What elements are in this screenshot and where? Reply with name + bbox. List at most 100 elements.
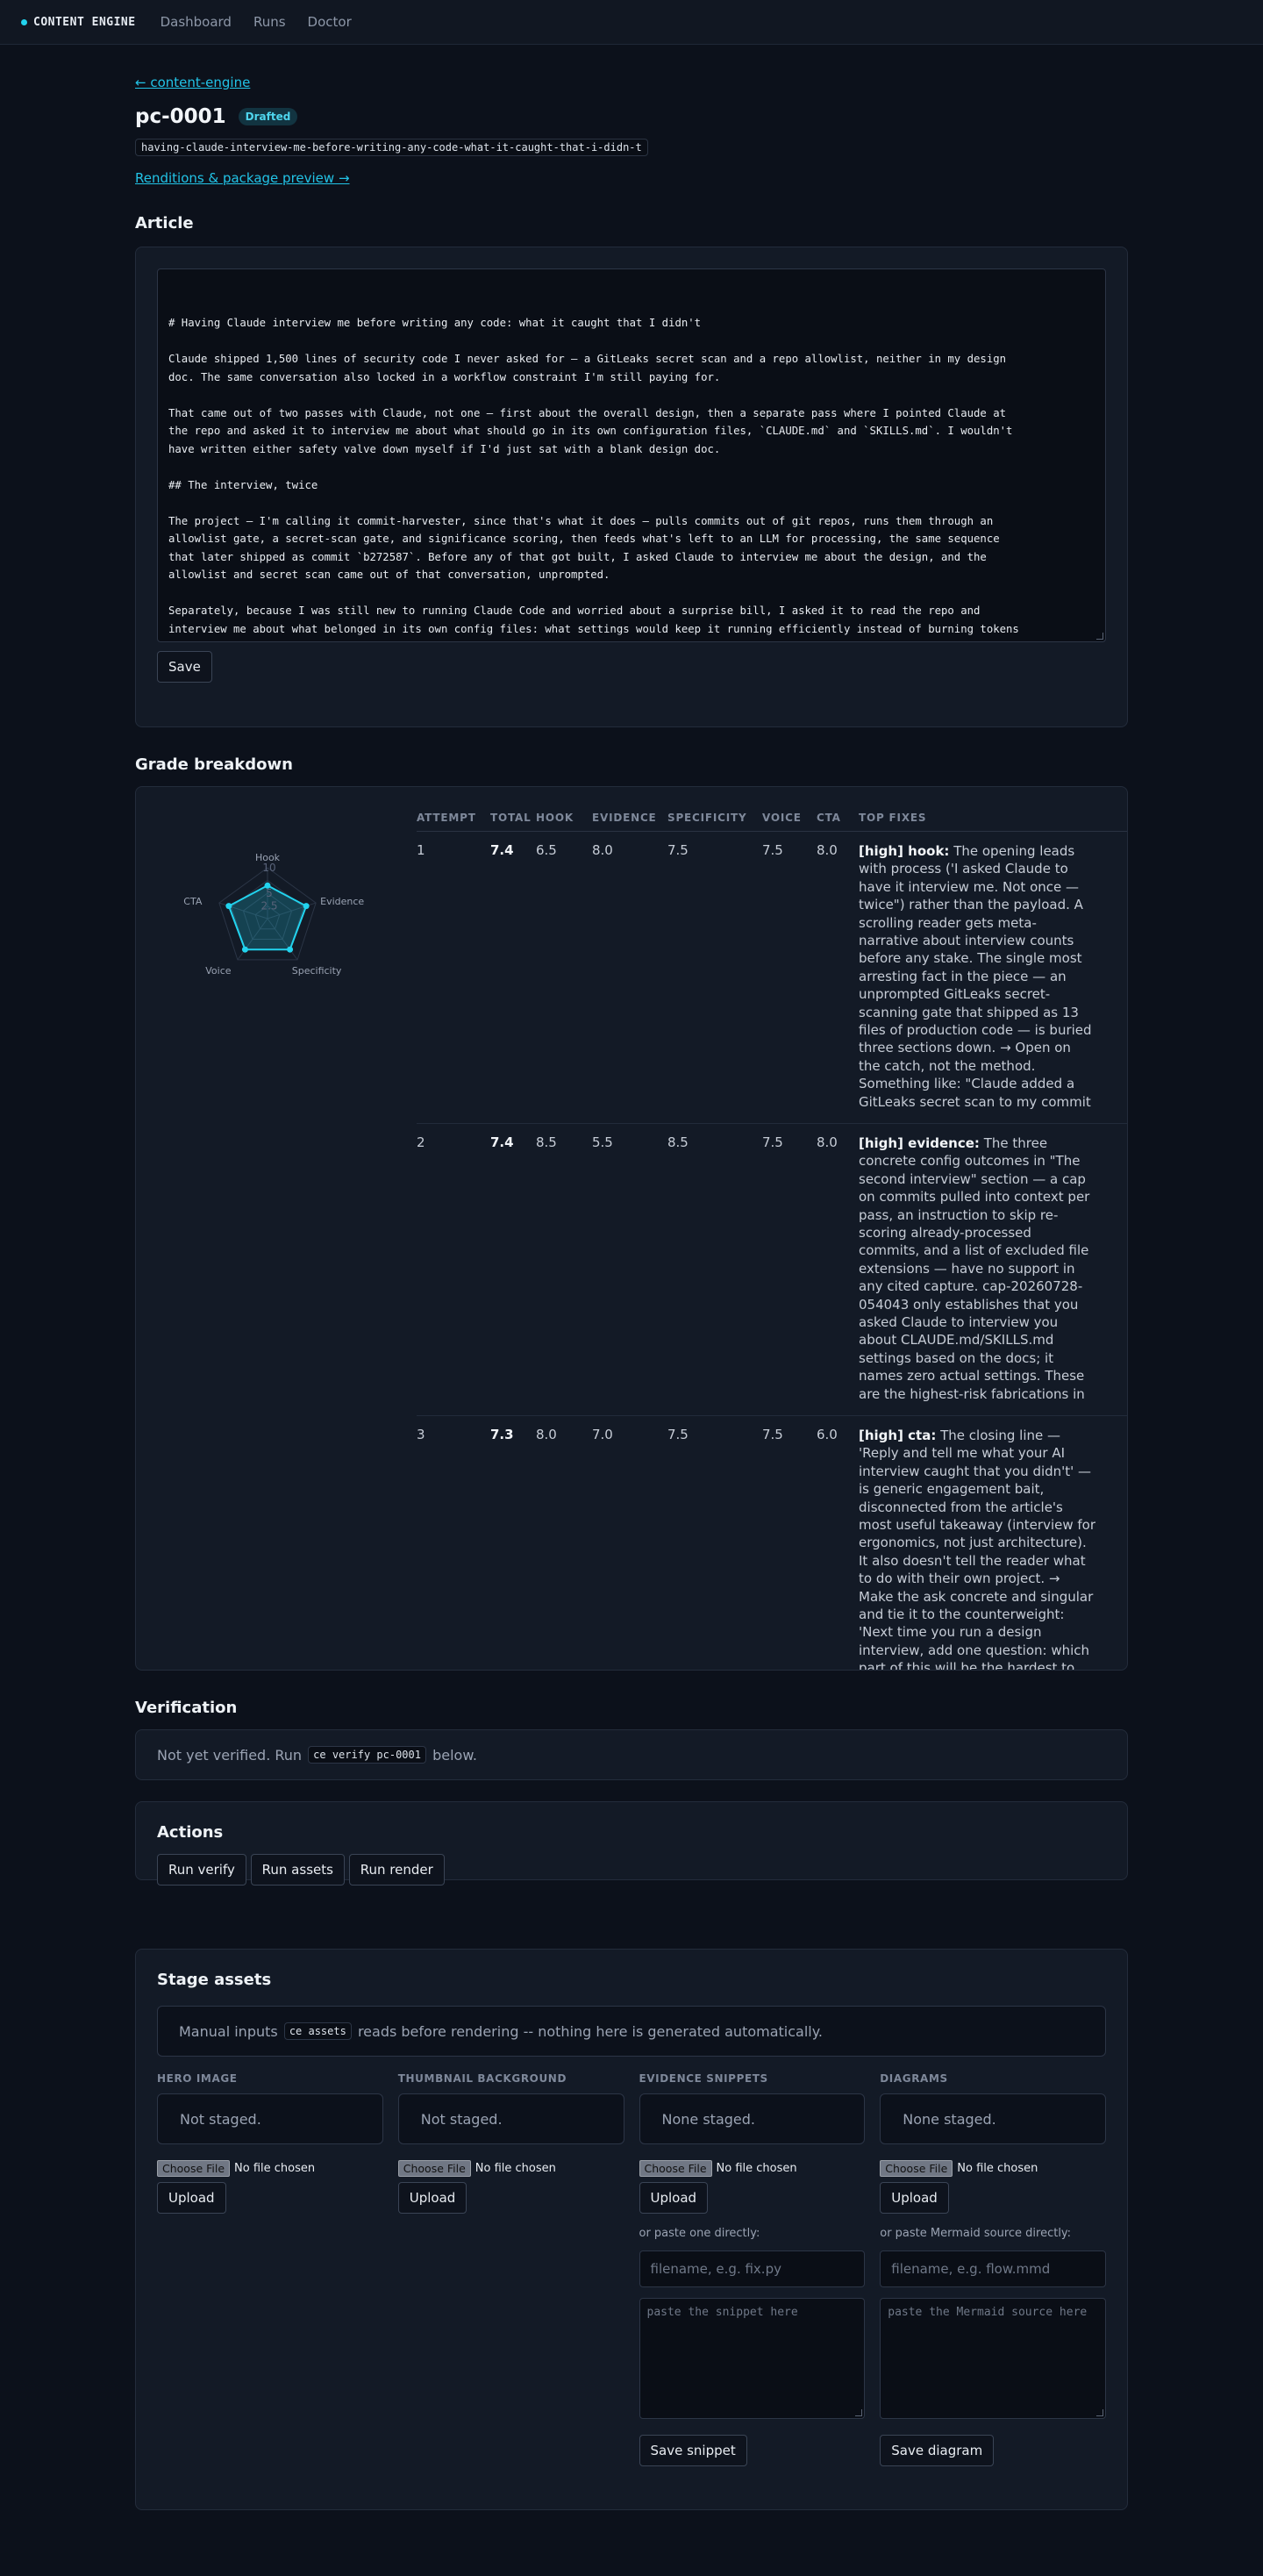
fix-text: The opening leads with process ('I asked… [859,843,1092,1113]
radar-tick-label: 5 [266,887,273,899]
paste-label: or paste one directly: [639,2227,760,2240]
source-textarea[interactable]: paste the Mermaid source here [880,2298,1106,2419]
main-content: ← content-engine pc-0001 Drafted having-… [135,45,1128,2554]
table-row: 3 7.3 8.0 7.0 7.5 7.5 6.0 [high] cta: The closi… [417,1415,1127,1670]
stage-col-title: DIAGRAMS [880,2072,948,2085]
radar-axis-label: Voice [205,965,232,977]
table-row: 2 7.4 8.5 5.5 8.5 7.5 8.0 [high] evidence: The … [417,1123,1127,1416]
cell-hook: 8.0 [536,1415,592,1670]
no-file-text: No file chosen [957,2162,1038,2175]
cell-total: 7.4 [490,1123,536,1416]
stage-heading: Stage assets [157,1971,272,1989]
cell-evidence: 7.0 [592,1415,667,1670]
stage-col-title: EVIDENCE SNIPPETS [639,2072,768,2085]
save-article-button[interactable]: Save [157,651,212,683]
stage-col-title: THUMBNAIL BACKGROUND [397,2072,567,2085]
brand-name: CONTENT ENGINE [33,15,136,29]
file-picker[interactable]: Choose File No file chosen [639,2160,866,2177]
stage-col-diagrams: DIAGRAMS None staged. Choose File No file c… [880,2072,1106,2466]
article-textarea[interactable]: # Having Claude interview me before writ… [157,268,1106,642]
top-nav: CONTENT ENGINE Dashboard Runs Doctor [0,0,1263,45]
nav-link-doctor[interactable]: Doctor [308,14,352,30]
radar-tick-label: 10 [262,862,275,874]
col-header-attempt: ATTEMPT [417,806,490,832]
page-title: pc-0001 [135,105,226,128]
verification-heading: Verification [135,1699,238,1717]
filename-input[interactable]: filename, e.g. fix.py [639,2250,866,2287]
radar-point [225,903,232,910]
file-picker[interactable]: Choose File No file chosen [157,2160,383,2177]
run-assets-button[interactable]: Run assets [250,1854,345,1885]
grades-table: ATTEMPT TOTAL HOOK EVIDENCE SPECIFICITY VOICE… [417,806,1127,1670]
table-row: 1 7.4 6.5 8.0 7.5 7.5 8.0 [high] hook: The open… [417,831,1127,1124]
cell-evidence: 8.0 [592,831,667,1124]
nav-link-dashboard[interactable]: Dashboard [161,14,232,30]
upload-button[interactable]: Upload [880,2182,949,2214]
fix-item: [high] evidence: The three concrete conf… [859,1134,1095,1405]
resize-handle-icon[interactable] [855,2409,863,2416]
cell-hook: 8.5 [536,1123,592,1416]
radar-point [287,946,294,953]
upload-button[interactable]: Upload [397,2182,467,2214]
radar-axis-label: Specificity [292,965,342,977]
verification-text-post: below. [432,1746,478,1764]
cell-evidence: 5.5 [592,1123,667,1416]
radar-axis-label: Hook [255,852,281,863]
run-render-button[interactable]: Run render [348,1854,445,1885]
verify-command: ce verify pc-0001 [308,1746,426,1764]
cell-specificity: 7.5 [667,831,762,1124]
col-header-total: TOTAL [490,806,536,832]
cell-specificity: 8.5 [667,1123,762,1416]
fix-tag: [high] cta: [859,1428,937,1443]
stage-columns: HERO IMAGE Not staged. Choose File No file … [157,2072,1106,2466]
verification-text: Not yet verified. Run [157,1746,303,1764]
radar-plot: 10 52.5 Hook Evidence Specificity Voice CTA [183,852,364,977]
fix-item: [high] hook: The opening leads with proc… [859,842,1095,1113]
cell-top-fixes: [high] cta: The closing line — 'Reply an… [859,1415,1127,1670]
actions-card: Actions Run verify Run assets Run render [135,1801,1128,1885]
choose-file-button[interactable]: Choose File [639,2160,712,2177]
cell-top-fixes: [high] hook: The opening leads with proc… [859,831,1127,1124]
cell-attempt: 2 [417,1123,490,1416]
upload-button[interactable]: Upload [157,2182,226,2214]
source-textarea[interactable]: paste the snippet here [639,2298,866,2419]
manual-note-text: Manual inputs [179,2022,278,2040]
filename-input[interactable]: filename, e.g. flow.mmd [880,2250,1106,2287]
choose-file-button[interactable]: Choose File [157,2160,231,2177]
renditions-link[interactable]: Renditions & package preview → [135,170,350,186]
assets-command: ce assets [283,2022,352,2040]
brand-logo[interactable]: CONTENT ENGINE [21,16,136,29]
col-header-hook: HOOK [536,806,592,832]
stage-assets-card: Stage assets Manual inputs ce assets rea… [135,1949,1128,2510]
resize-handle-icon[interactable] [1096,2409,1103,2416]
col-header-specificity: SPECIFICITY [667,806,762,832]
nav-link-runs[interactable]: Runs [253,14,286,30]
upload-button[interactable]: Upload [639,2182,709,2214]
textarea-placeholder: paste the Mermaid source here [888,2306,1088,2319]
cell-cta: 8.0 [817,1123,859,1416]
save-evidence-snippets-button[interactable]: Save snippet [639,2435,747,2466]
manual-note: Manual inputs ce assets reads before ren… [157,2006,1106,2057]
cell-voice: 7.5 [762,1123,817,1416]
staged-status: Not staged. [397,2093,624,2144]
choose-file-button[interactable]: Choose File [880,2160,953,2177]
stage-col-evidence-snippets: EVIDENCE SNIPPETS None staged. Choose File… [639,2072,866,2466]
run-verify-button[interactable]: Run verify [157,1854,246,1885]
file-picker[interactable]: Choose File No file chosen [397,2160,624,2177]
grades-body: 1 7.4 6.5 8.0 7.5 7.5 8.0 [high] hook: The open… [417,831,1127,1670]
radar-chart: 10 52.5 Hook Evidence Specificity Voice CTA [183,852,364,977]
cell-top-fixes: [high] evidence: The three concrete conf… [859,1123,1127,1416]
col-header-top-fixes: TOP FIXES [859,806,1127,832]
choose-file-button[interactable]: Choose File [397,2160,471,2177]
slug-code: having-claude-interview-me-before-writin… [135,139,648,156]
resize-handle-icon[interactable] [1096,633,1103,640]
back-link[interactable]: ← content-engine [135,75,250,90]
stage-col-title: HERO IMAGE [157,2072,238,2085]
stage-col-thumbnail-background: THUMBNAIL BACKGROUND Not staged. Choose Fi… [397,2072,624,2466]
radar-point [241,946,248,953]
save-diagrams-button[interactable]: Save diagram [880,2435,995,2466]
grade-heading: Grade breakdown [135,755,293,774]
radar-axis-label: Evidence [320,896,364,907]
file-picker[interactable]: Choose File No file chosen [880,2160,1106,2177]
col-header-voice: VOICE [762,806,817,832]
